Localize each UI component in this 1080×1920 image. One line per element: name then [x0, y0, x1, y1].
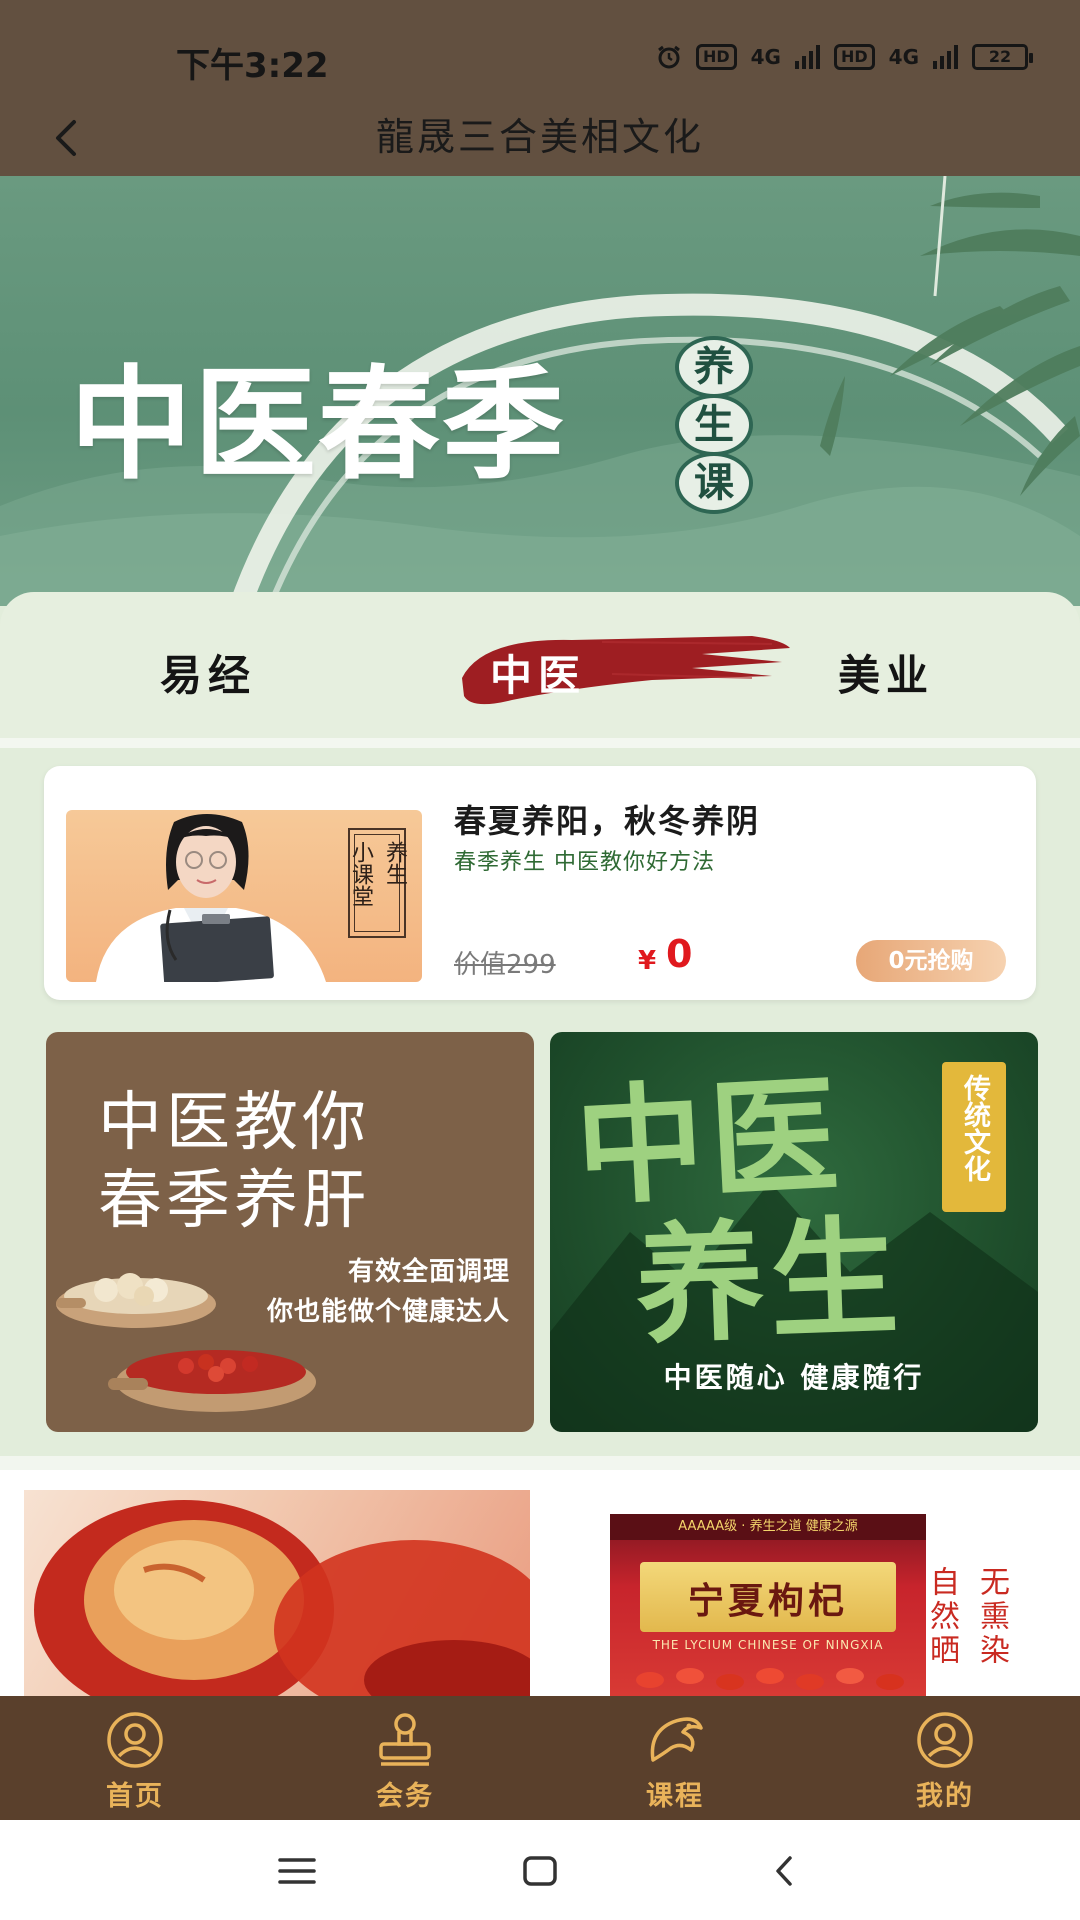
goji-side-line: 自然晒	[924, 1566, 959, 1668]
promo-subtitle-line: 有效全面调理	[347, 1257, 510, 1287]
buy-button[interactable]: 0元抢购	[856, 940, 1006, 982]
goji-label: 宁夏枸杞	[640, 1562, 896, 1632]
hd-badge: HD	[695, 44, 737, 70]
battery-icon: 22	[972, 44, 1033, 70]
stamp-text: 小课堂	[348, 841, 373, 907]
divider	[0, 1456, 1080, 1470]
red-dates-image	[34, 1500, 530, 1696]
page-title: 龍晟三合美相文化	[375, 115, 704, 159]
course-card[interactable]: 养生 小课堂 春夏养阳，秋冬养阴 春季养生 中医教你好方法 价值299 ¥ 0 …	[44, 766, 1036, 1000]
product-goji[interactable]: AAAAA级 · 养生之道 健康之源 宁夏枸杞 THE LYCIUM CHINE…	[610, 1514, 926, 1696]
nav-meetings[interactable]: 会务	[270, 1696, 540, 1820]
hero-seal: 养 生 课	[675, 336, 759, 514]
goji-side-line: 无熏染	[974, 1566, 1009, 1668]
tab-yijing[interactable]: 易经	[160, 642, 256, 703]
product-red-dates[interactable]	[24, 1490, 530, 1696]
status-bar: 下午3:22 HD 4G HD 4G 22	[0, 0, 1080, 100]
system-nav-bar	[0, 1820, 1080, 1920]
hero-banner[interactable]: 中医春季 养 生 课	[0, 176, 1080, 606]
nav-label: 我的	[916, 1781, 974, 1812]
goji-top-strip: AAAAA级 · 养生之道 健康之源	[610, 1514, 926, 1540]
promo-big-text: 养生	[633, 1202, 907, 1362]
goji-name: 宁夏枸杞	[687, 1580, 848, 1622]
seal-char: 养	[675, 336, 753, 398]
goji-berries-image	[636, 1668, 904, 1690]
nav-label: 首页	[106, 1781, 164, 1812]
category-tabs: 易经 中医 美业	[0, 592, 1080, 738]
stamp-icon	[379, 1713, 431, 1766]
badge-text: 传统文化	[959, 1074, 990, 1182]
product-row: AAAAA级 · 养生之道 健康之源 宁夏枸杞 THE LYCIUM CHINE…	[0, 1470, 1080, 1696]
nav-profile[interactable]: 我的	[810, 1696, 1080, 1820]
promo-title: 中医教你 春季养肝	[98, 1084, 370, 1240]
nav-courses[interactable]: 课程	[540, 1696, 810, 1820]
promo-big-text: 中医	[572, 1060, 848, 1224]
alarm-icon	[658, 45, 680, 69]
thumb-stamp: 养生 小课堂	[348, 828, 407, 938]
profile-icon	[917, 1712, 973, 1768]
nav-label: 会务	[376, 1781, 434, 1812]
promo-subtitle: 有效全面调理 你也能做个健康达人	[267, 1252, 510, 1332]
goji-side-text: 无熏染 自然晒	[924, 1566, 1009, 1668]
promo-slogan: 中医随心 健康随行	[663, 1361, 925, 1394]
nav-label: 课程	[646, 1781, 704, 1812]
seal-char: 课	[675, 452, 753, 514]
course-thumbnail: 养生 小课堂	[66, 810, 422, 982]
title-bar: 龍晟三合美相文化	[0, 100, 1080, 176]
promo-title-line: 春季养肝	[98, 1164, 370, 1238]
tab-meiye[interactable]: 美业	[838, 642, 934, 703]
currency-symbol: ¥	[638, 946, 657, 976]
fish-icon	[650, 1717, 703, 1762]
menu-icon[interactable]	[272, 1846, 322, 1896]
promo-title-line: 中医教你	[98, 1086, 370, 1160]
signal-icon	[794, 45, 820, 69]
home-square-icon[interactable]	[515, 1846, 565, 1896]
promo-subtitle-line: 你也能做个健康达人	[266, 1297, 510, 1327]
seal-char: 生	[675, 394, 753, 456]
tab-zhongyi[interactable]: 中医	[490, 642, 586, 703]
hero-title: 中医春季	[70, 352, 566, 496]
network-type: 4G	[750, 45, 781, 69]
course-title: 春夏养阳，秋冬养阴	[454, 802, 761, 840]
promo-tcm-health[interactable]: 中医 养生 传统文化 中医随心 健康随行	[550, 1032, 1038, 1432]
network-type: 4G	[888, 45, 919, 69]
tradition-badge: 传统文化	[942, 1062, 1006, 1212]
app-screen: 下午3:22 HD 4G HD 4G 22 龍晟三合美相文化 中医春季 养 生 …	[0, 0, 1080, 1920]
divider	[0, 738, 1080, 748]
stamp-text: 养生	[382, 841, 407, 885]
signal-icon	[933, 45, 958, 69]
user-circle-icon	[107, 1712, 163, 1768]
back-icon[interactable]	[760, 1846, 810, 1896]
course-subtitle: 春季养生 中医教你好方法	[454, 850, 715, 875]
sale-price: 0	[666, 932, 693, 976]
original-price: 价值299	[454, 950, 556, 980]
status-icons: HD 4G HD 4G 22	[656, 44, 1033, 70]
status-time: 下午3:22	[176, 46, 329, 86]
hd-badge: HD	[833, 44, 875, 70]
nav-home[interactable]: 首页	[0, 1696, 270, 1820]
bottom-nav: 首页 会务 课程 我的	[0, 1696, 1080, 1820]
promo-liver-care[interactable]: 中医教你 春季养肝 有效全面调理 你也能做个健康达人	[46, 1032, 534, 1432]
